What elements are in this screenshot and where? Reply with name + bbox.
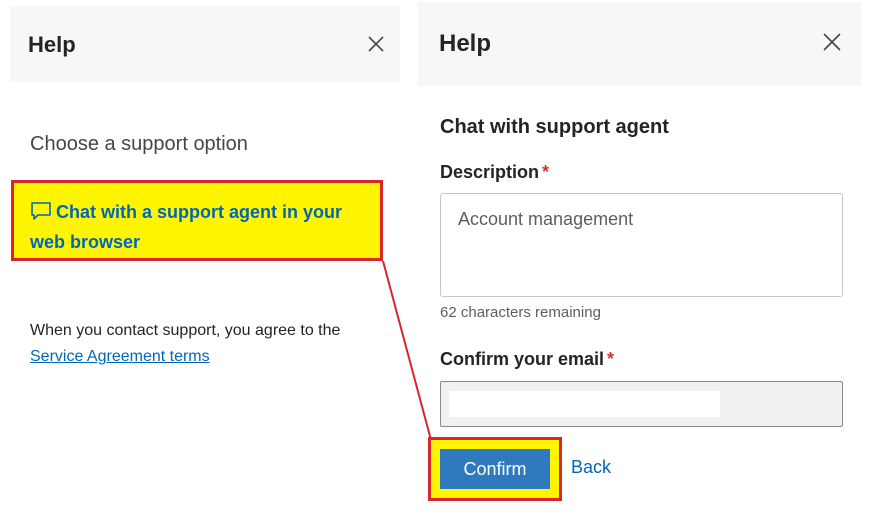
left-panel-title: Help: [28, 32, 76, 57]
description-label: Description *: [440, 162, 549, 183]
email-label: Confirm your email *: [440, 349, 614, 370]
required-marker: *: [542, 162, 550, 182]
close-icon[interactable]: [822, 32, 842, 52]
characters-remaining: 62 characters remaining: [440, 304, 601, 321]
chat-support-link-label: Chat with a support agent in your web br…: [30, 202, 343, 252]
close-icon[interactable]: [366, 34, 386, 54]
email-field[interactable]: [440, 381, 843, 427]
back-link[interactable]: Back: [571, 457, 611, 478]
agreement-text: When you contact support, you agree to t…: [30, 322, 341, 339]
right-panel-header: Help: [418, 2, 861, 86]
chat-support-link[interactable]: Chat with a support agent in your web br…: [30, 197, 370, 257]
agreement-notice: When you contact support, you agree to t…: [30, 318, 340, 370]
description-label-text: Description: [440, 162, 540, 182]
service-agreement-link[interactable]: Service Agreement terms: [30, 348, 210, 365]
choose-support-option-text: Choose a support option: [30, 133, 248, 155]
required-marker: *: [607, 349, 615, 369]
email-label-text: Confirm your email: [440, 349, 605, 369]
email-value-redacted: [449, 391, 720, 417]
description-input[interactable]: Account management: [440, 193, 843, 297]
chat-section-title: Chat with support agent: [440, 116, 669, 138]
confirm-highlight: Confirm: [428, 437, 562, 501]
right-panel-title: Help: [439, 30, 492, 57]
chat-option-highlight: Chat with a support agent in your web br…: [11, 180, 383, 261]
left-panel-header: Help: [10, 6, 400, 82]
chat-bubble-icon: [31, 202, 51, 220]
callout-connector-line-segment: [382, 260, 432, 441]
confirm-button[interactable]: Confirm: [440, 449, 550, 489]
